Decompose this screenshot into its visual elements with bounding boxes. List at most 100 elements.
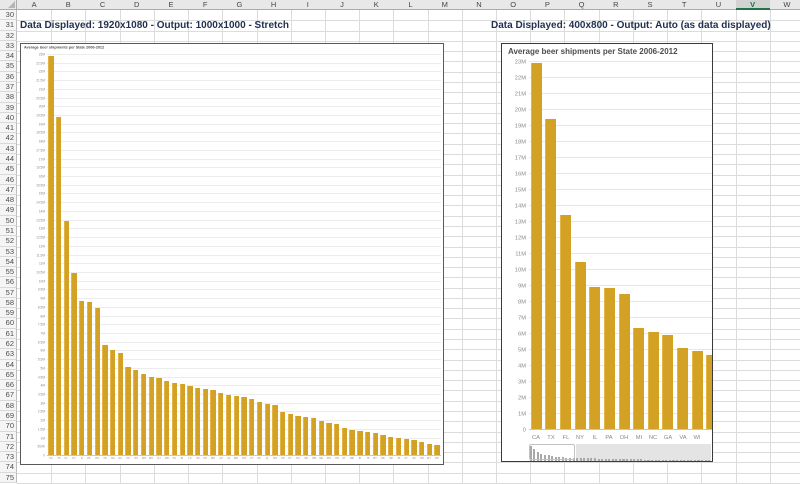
- row-header-42[interactable]: 42: [0, 133, 17, 143]
- row-header-46[interactable]: 46: [0, 175, 17, 185]
- bar-AZ[interactable]: [218, 393, 223, 455]
- row-header-63[interactable]: 63: [0, 349, 17, 359]
- select-all-corner-icon[interactable]: [0, 0, 17, 10]
- row-header-41[interactable]: 41: [0, 123, 17, 133]
- column-header-P[interactable]: P: [530, 0, 565, 10]
- bar-FL[interactable]: [64, 221, 69, 455]
- column-header-G[interactable]: G: [222, 0, 257, 10]
- bar-NV[interactable]: [295, 416, 300, 455]
- row-header-56[interactable]: 56: [0, 277, 17, 287]
- bar-NH[interactable]: [334, 424, 339, 455]
- row-header-32[interactable]: 32: [0, 31, 17, 41]
- row-header-65[interactable]: 65: [0, 370, 17, 380]
- bar-CA[interactable]: [48, 56, 53, 455]
- column-header-N[interactable]: N: [462, 0, 497, 10]
- bar-MA[interactable]: [149, 377, 154, 455]
- bar-IN[interactable]: [180, 384, 185, 455]
- row-header-53[interactable]: 53: [0, 247, 17, 257]
- bar-OR[interactable]: [241, 397, 246, 455]
- row-header-35[interactable]: 35: [0, 61, 17, 71]
- row-header-72[interactable]: 72: [0, 442, 17, 452]
- row-header-31[interactable]: 31: [0, 20, 17, 30]
- row-header-61[interactable]: 61: [0, 329, 17, 339]
- bar-KY[interactable]: [249, 399, 254, 455]
- bar-IA[interactable]: [265, 404, 270, 455]
- bar-MT[interactable]: [373, 433, 378, 455]
- bar-TN[interactable]: [172, 383, 177, 455]
- row-header-51[interactable]: 51: [0, 226, 17, 236]
- bar-WY[interactable]: [427, 444, 432, 455]
- bar-SC[interactable]: [195, 388, 200, 455]
- bar-DC[interactable]: [434, 445, 439, 455]
- bar-RI[interactable]: [396, 438, 401, 455]
- row-header-50[interactable]: 50: [0, 216, 17, 226]
- row-header-47[interactable]: 47: [0, 185, 17, 195]
- row-header-57[interactable]: 57: [0, 288, 17, 298]
- bar-NY[interactable]: [71, 273, 76, 455]
- row-header-34[interactable]: 34: [0, 51, 17, 61]
- bar-ND[interactable]: [419, 442, 424, 455]
- row-header-44[interactable]: 44: [0, 154, 17, 164]
- column-header-I[interactable]: I: [291, 0, 326, 10]
- bar-IL[interactable]: [589, 287, 600, 429]
- bar-VA[interactable]: [677, 348, 688, 429]
- bar-MI[interactable]: [102, 345, 107, 455]
- column-header-O[interactable]: O: [496, 0, 531, 10]
- column-header-Q[interactable]: Q: [564, 0, 599, 10]
- chart-auto-400x800[interactable]: Average beer shipments per State 2006-20…: [501, 43, 713, 462]
- row-header-69[interactable]: 69: [0, 411, 17, 421]
- bar-KS[interactable]: [280, 412, 285, 455]
- row-header-58[interactable]: 58: [0, 298, 17, 308]
- bar-NC[interactable]: [110, 350, 115, 455]
- row-header-49[interactable]: 49: [0, 205, 17, 215]
- row-header-48[interactable]: 48: [0, 195, 17, 205]
- row-header-54[interactable]: 54: [0, 257, 17, 267]
- row-header-37[interactable]: 37: [0, 82, 17, 92]
- row-header-70[interactable]: 70: [0, 421, 17, 431]
- bar-LA[interactable]: [187, 386, 192, 455]
- column-header-D[interactable]: D: [120, 0, 155, 10]
- bar-HI[interactable]: [365, 432, 370, 455]
- bar-CO[interactable]: [203, 389, 208, 455]
- row-header-75[interactable]: 75: [0, 473, 17, 483]
- column-header-B[interactable]: B: [51, 0, 86, 10]
- bar-TX[interactable]: [545, 119, 556, 429]
- column-header-V[interactable]: V: [736, 0, 771, 10]
- bar-OK[interactable]: [257, 402, 262, 455]
- bar-NE[interactable]: [319, 421, 324, 455]
- row-header-74[interactable]: 74: [0, 462, 17, 472]
- bar-PA[interactable]: [87, 302, 92, 455]
- row-header-40[interactable]: 40: [0, 113, 17, 123]
- bar-VT[interactable]: [404, 439, 409, 455]
- bar-GA[interactable]: [662, 335, 673, 429]
- bar-AL[interactable]: [226, 395, 231, 455]
- bar-CA[interactable]: [531, 63, 542, 429]
- bar-WI[interactable]: [133, 370, 138, 455]
- column-header-T[interactable]: T: [667, 0, 702, 10]
- row-header-38[interactable]: 38: [0, 92, 17, 102]
- column-header-L[interactable]: L: [393, 0, 428, 10]
- bar-ID[interactable]: [357, 431, 362, 455]
- bar-NY[interactable]: [575, 262, 586, 429]
- row-header-64[interactable]: 64: [0, 360, 17, 370]
- bar-MO[interactable]: [141, 374, 146, 455]
- column-header-W[interactable]: W: [770, 0, 800, 10]
- row-header-73[interactable]: 73: [0, 452, 17, 462]
- bar-VA[interactable]: [125, 367, 130, 455]
- bar-FL[interactable]: [560, 215, 571, 429]
- bar-AK[interactable]: [411, 440, 416, 455]
- bar-TX[interactable]: [56, 117, 61, 455]
- bar-DE[interactable]: [380, 435, 385, 455]
- row-header-60[interactable]: 60: [0, 318, 17, 328]
- row-header-68[interactable]: 68: [0, 401, 17, 411]
- row-header-52[interactable]: 52: [0, 236, 17, 246]
- bar-GA[interactable]: [118, 353, 123, 455]
- bar-IL[interactable]: [79, 301, 84, 455]
- row-header-36[interactable]: 36: [0, 72, 17, 82]
- column-header-C[interactable]: C: [85, 0, 120, 10]
- bar-CT[interactable]: [288, 414, 293, 455]
- bar-MN[interactable]: [210, 390, 215, 455]
- row-header-45[interactable]: 45: [0, 164, 17, 174]
- bar-PA[interactable]: [604, 288, 615, 429]
- column-header-K[interactable]: K: [359, 0, 394, 10]
